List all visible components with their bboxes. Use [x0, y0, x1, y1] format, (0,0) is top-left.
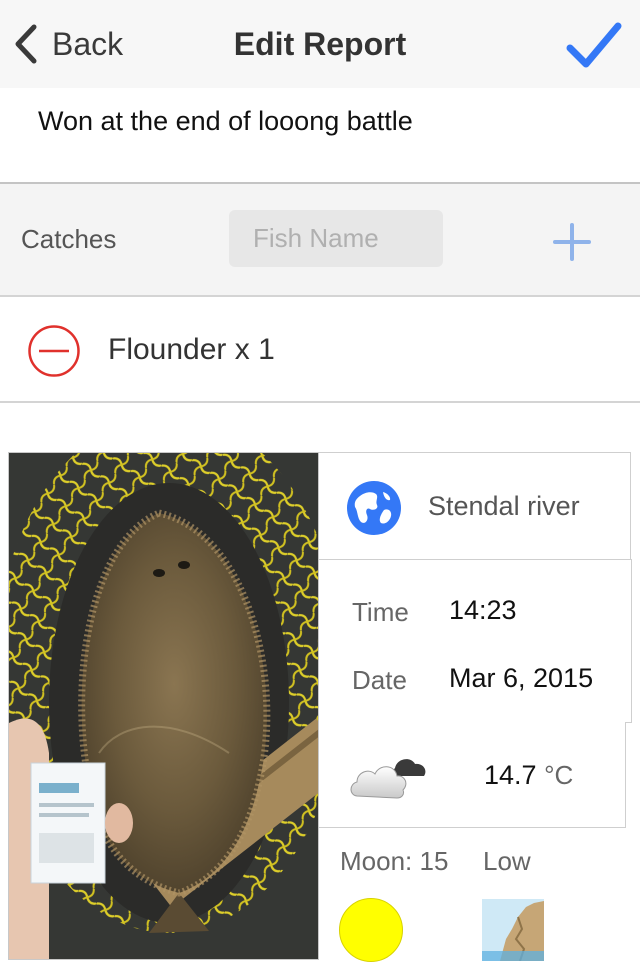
catch-label: Flounder x 1	[108, 333, 275, 366]
notes-text: Won at the end of looong battle	[38, 106, 413, 136]
catches-header: Catches	[0, 184, 640, 297]
location-name: Stendal river	[428, 491, 580, 521]
flounder-photo-image	[9, 453, 318, 959]
chevron-left-icon	[15, 24, 37, 64]
time-value: 14:23	[449, 595, 517, 625]
catch-list-item: Flounder x 1	[0, 297, 640, 403]
full-moon-icon	[339, 898, 403, 962]
back-button[interactable]: Back	[14, 22, 123, 66]
moon-tide-cell[interactable]: Moon: 15 Low	[319, 828, 626, 962]
catches-label: Catches	[21, 224, 117, 254]
notes-field[interactable]: Won at the end of looong battle	[0, 88, 640, 184]
navigation-bar: Back Edit Report	[0, 0, 640, 89]
low-tide-icon	[482, 899, 544, 961]
plus-icon	[553, 223, 591, 261]
weather-cell[interactable]: 14.7 °C	[319, 722, 626, 828]
back-label: Back	[52, 25, 124, 62]
remove-catch-button[interactable]	[27, 324, 81, 383]
temperature-value: 14.7	[484, 760, 537, 790]
cloud-icon	[350, 759, 426, 799]
report-details-panel: Stendal river Time 14:23 Date Mar 6, 201…	[319, 452, 632, 962]
moon-phase-label: Moon: 15	[340, 846, 449, 876]
catch-photo[interactable]	[8, 452, 319, 960]
location-cell[interactable]: Stendal river	[319, 452, 631, 560]
minus-circle-icon	[28, 325, 80, 377]
done-button[interactable]	[566, 22, 622, 75]
fish-name-input[interactable]	[229, 210, 443, 267]
date-time-cell[interactable]: Time 14:23 Date Mar 6, 2015	[319, 559, 632, 723]
globe-icon	[347, 481, 401, 535]
date-label: Date	[352, 665, 407, 695]
date-value: Mar 6, 2015	[449, 663, 594, 693]
checkmark-icon	[566, 22, 622, 68]
time-label: Time	[352, 597, 409, 627]
add-catch-button[interactable]	[552, 222, 592, 267]
tide-label: Low	[483, 846, 531, 876]
temperature-readout: 14.7 °C	[484, 760, 573, 791]
temperature-unit: °C	[544, 760, 574, 790]
